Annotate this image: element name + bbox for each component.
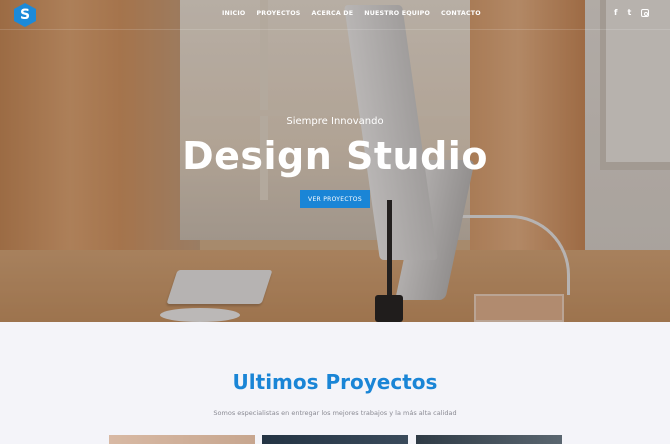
project-thumbnail[interactable] xyxy=(262,435,408,444)
project-thumbnail[interactable] xyxy=(416,435,562,444)
projects-section: Ultimos Proyectos Somos especialistas en… xyxy=(0,322,670,444)
hero-headline: Design Studio xyxy=(182,134,488,178)
view-projects-button[interactable]: VER PROYECTOS xyxy=(300,190,370,208)
hero-tagline: Siempre Innovando xyxy=(286,116,384,127)
section-title: Ultimos Proyectos xyxy=(232,370,438,394)
hero-content: Siempre Innovando Design Studio VER PROY… xyxy=(0,0,670,322)
section-subtitle: Somos especialistas en entregar los mejo… xyxy=(213,409,457,417)
project-thumbnail[interactable] xyxy=(109,435,255,444)
